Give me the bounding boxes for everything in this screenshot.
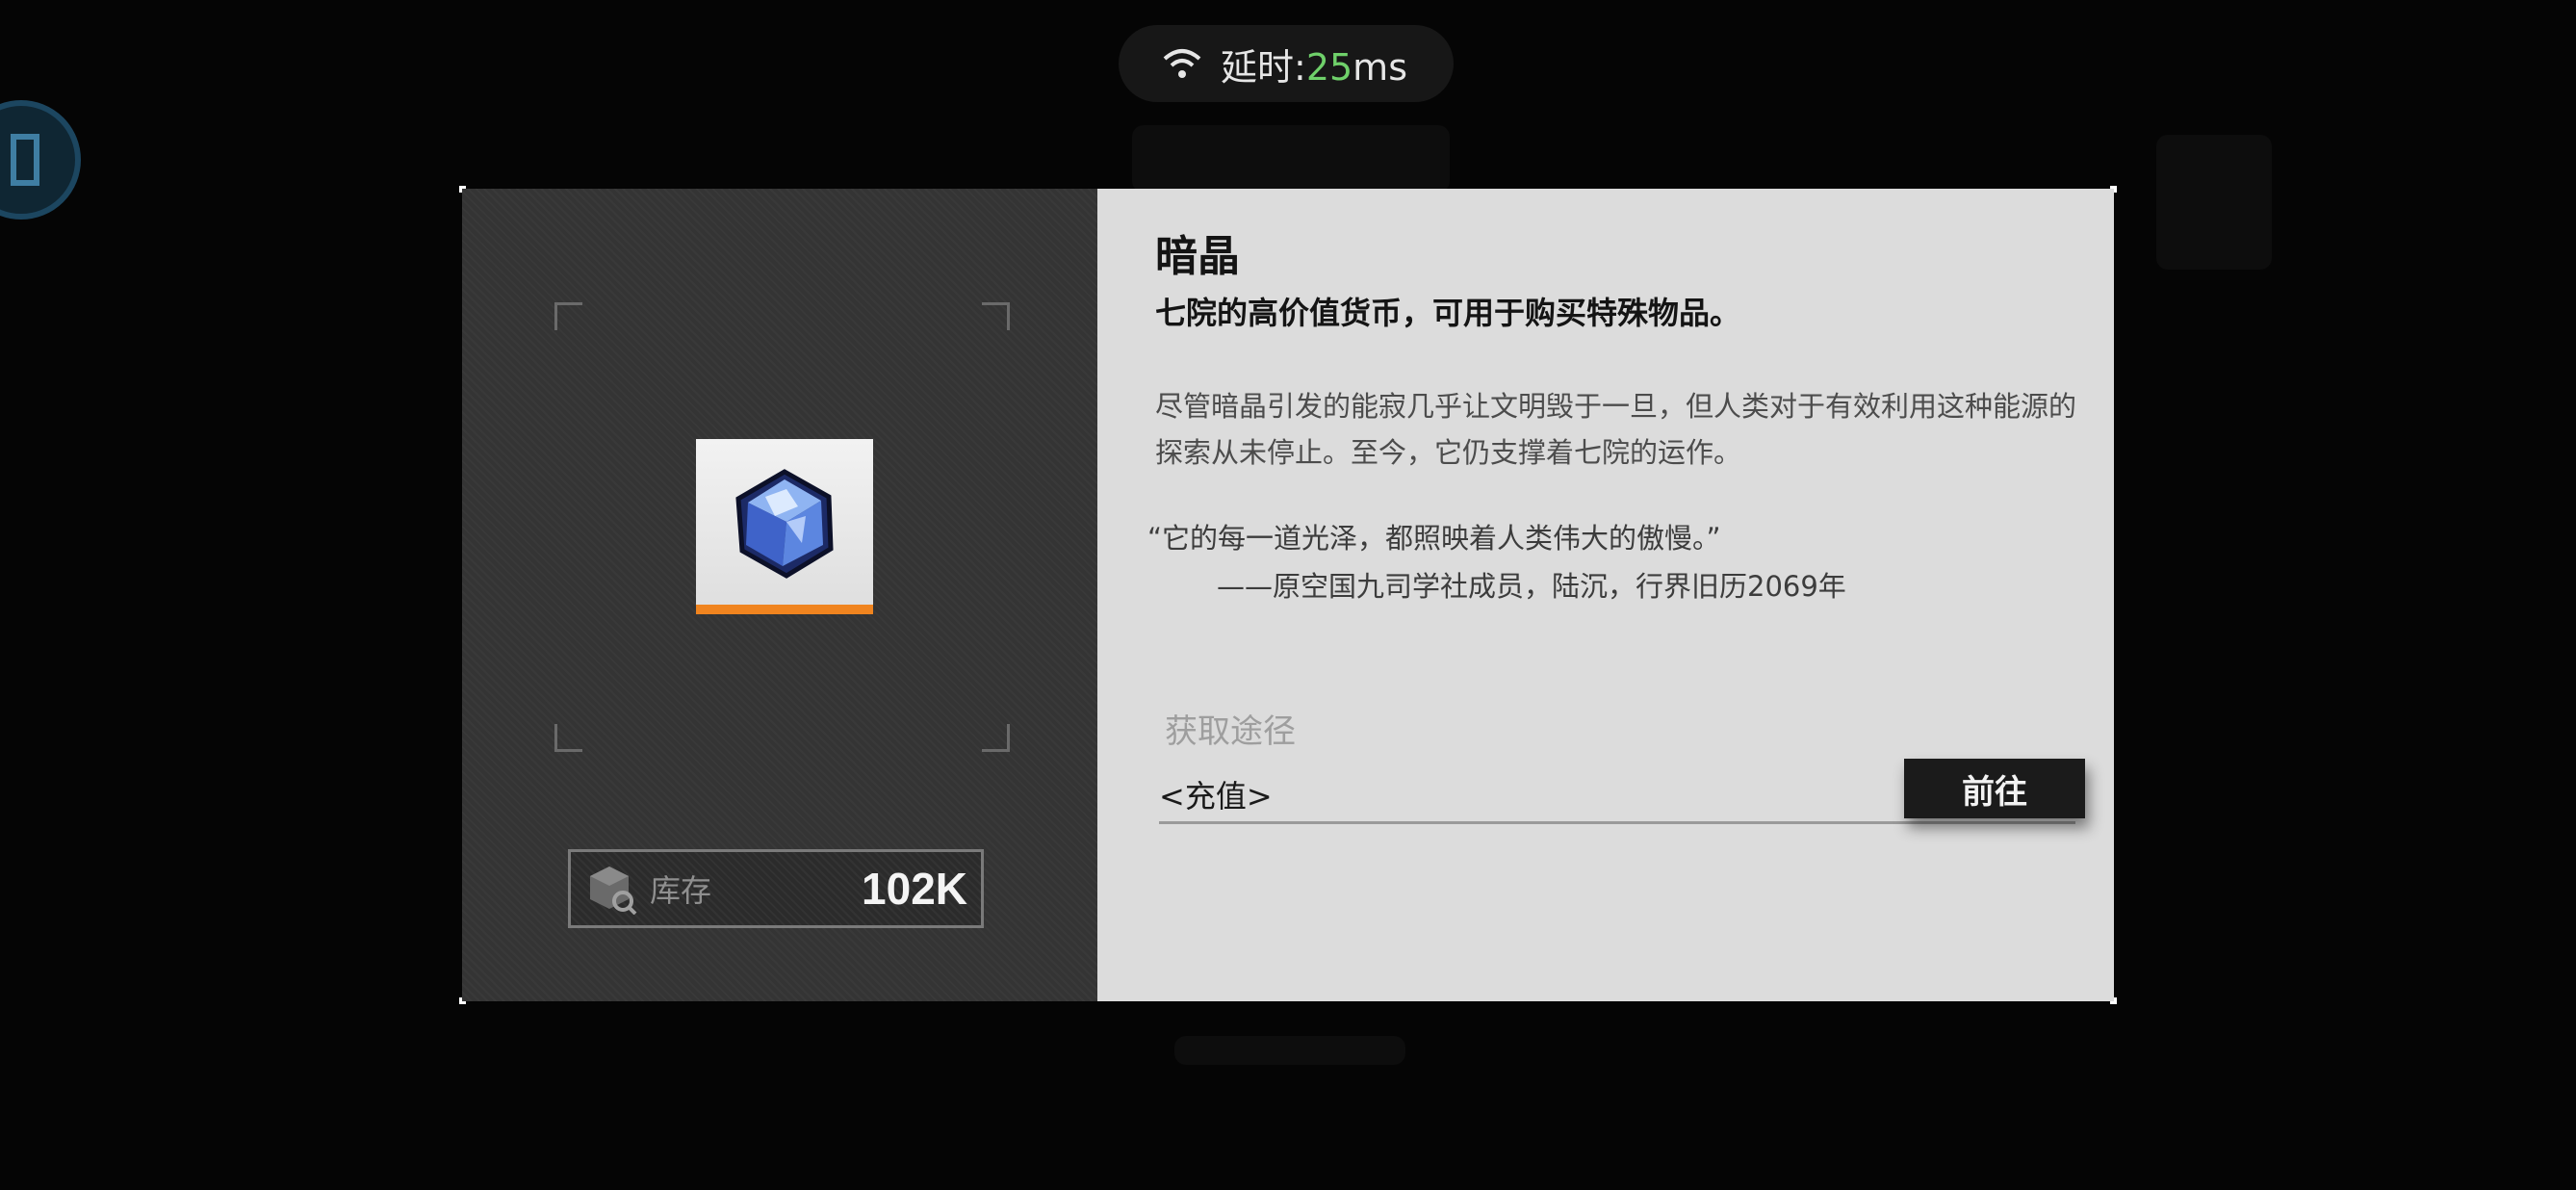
item-info-panel: 暗晶 七院的高价值货币，可用于购买特殊物品。 尽管暗晶引发的能寂几乎让文明毁于一…: [1097, 189, 2114, 1001]
latency-text: 延时:25ms: [1221, 38, 1407, 91]
latency-unit: ms: [1352, 45, 1407, 89]
acquisition-source-row: <充值> 前往: [1159, 759, 2085, 824]
background-element: [1132, 125, 1450, 193]
side-menu-button[interactable]: [0, 100, 81, 220]
item-quote: “它的每一道光泽，都照映着人类伟大的傲慢。”: [1147, 522, 1721, 555]
settings-icon: [11, 134, 39, 186]
go-button[interactable]: 前往: [1904, 759, 2085, 818]
wifi-icon: [1163, 49, 1201, 78]
source-name: <充值>: [1159, 778, 1273, 815]
stock-display: 库存 102K: [568, 849, 984, 928]
frame-bracket: [554, 724, 582, 752]
box-search-icon: [590, 867, 637, 915]
item-preview-panel: 库存 102K: [462, 189, 1097, 1001]
latency-value: 25: [1305, 45, 1353, 89]
item-description: 尽管暗晶引发的能寂几乎让文明毁于一旦，但人类对于有效利用这种能源的探索从未停止。…: [1155, 390, 2077, 469]
latency-indicator: 延时:25ms: [1119, 25, 1454, 102]
frame-bracket: [982, 724, 1010, 752]
item-quote-author: ——原空国九司学社成员，陆沉，行界旧历2069年: [1217, 570, 1846, 603]
acquisition-heading: 获取途径: [1165, 712, 1296, 751]
crystal-icon: [735, 469, 834, 579]
latency-label: 延时:: [1221, 45, 1306, 89]
stock-label: 库存: [650, 872, 712, 909]
item-card: [696, 439, 873, 614]
rarity-bar: [696, 605, 873, 614]
frame-bracket: [982, 302, 1010, 330]
stock-count: 102K: [862, 864, 967, 914]
background-element: [1174, 1036, 1405, 1065]
item-name: 暗晶: [1155, 232, 1240, 281]
background-element: [2156, 135, 2272, 270]
item-subtitle: 七院的高价值货币，可用于购买特殊物品。: [1155, 295, 1741, 331]
frame-bracket: [554, 302, 582, 330]
item-detail-dialog: 库存 102K 暗晶 七院的高价值货币，可用于购买特殊物品。 尽管暗晶引发的能寂…: [459, 186, 2117, 1004]
